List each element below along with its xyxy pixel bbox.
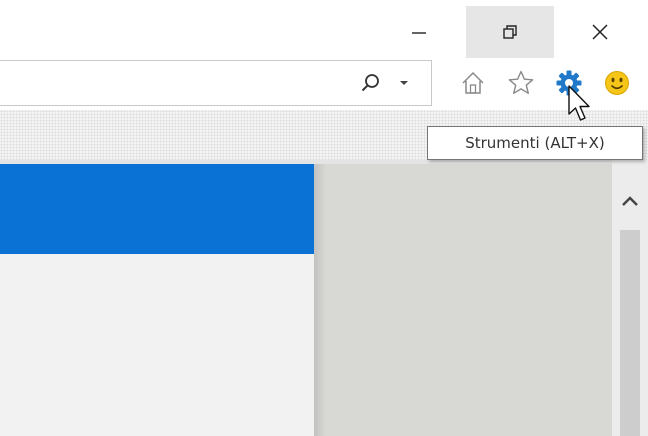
close-button[interactable] [576,6,624,58]
scroll-up-button[interactable] [612,186,648,216]
chevron-down-icon [400,81,408,85]
side-panel [326,164,612,436]
feedback-button[interactable] [600,66,634,100]
favorites-button[interactable] [504,66,538,100]
chevron-up-icon [622,196,638,206]
page-content [0,160,648,436]
home-icon [462,71,484,94]
minimize-button[interactable] [396,6,442,58]
search-dropdown[interactable] [394,72,414,94]
minimize-icon [412,32,426,34]
panel-divider [314,164,326,436]
content-panel [0,254,314,436]
restore-icon [503,25,517,39]
vertical-scrollbar[interactable] [612,160,648,436]
title-bar [0,0,648,60]
scroll-thumb[interactable] [620,230,640,436]
close-icon [592,24,608,40]
tools-tooltip: Strumenti (ALT+X) [427,126,643,160]
feedback-smiley-icon [605,71,629,95]
search-icon [361,74,379,92]
header-banner [0,164,314,254]
favorites-star-icon [508,70,534,94]
mouse-cursor-icon [568,85,590,121]
search-button[interactable] [356,68,386,98]
restore-button[interactable] [466,6,554,58]
home-button[interactable] [456,66,490,100]
